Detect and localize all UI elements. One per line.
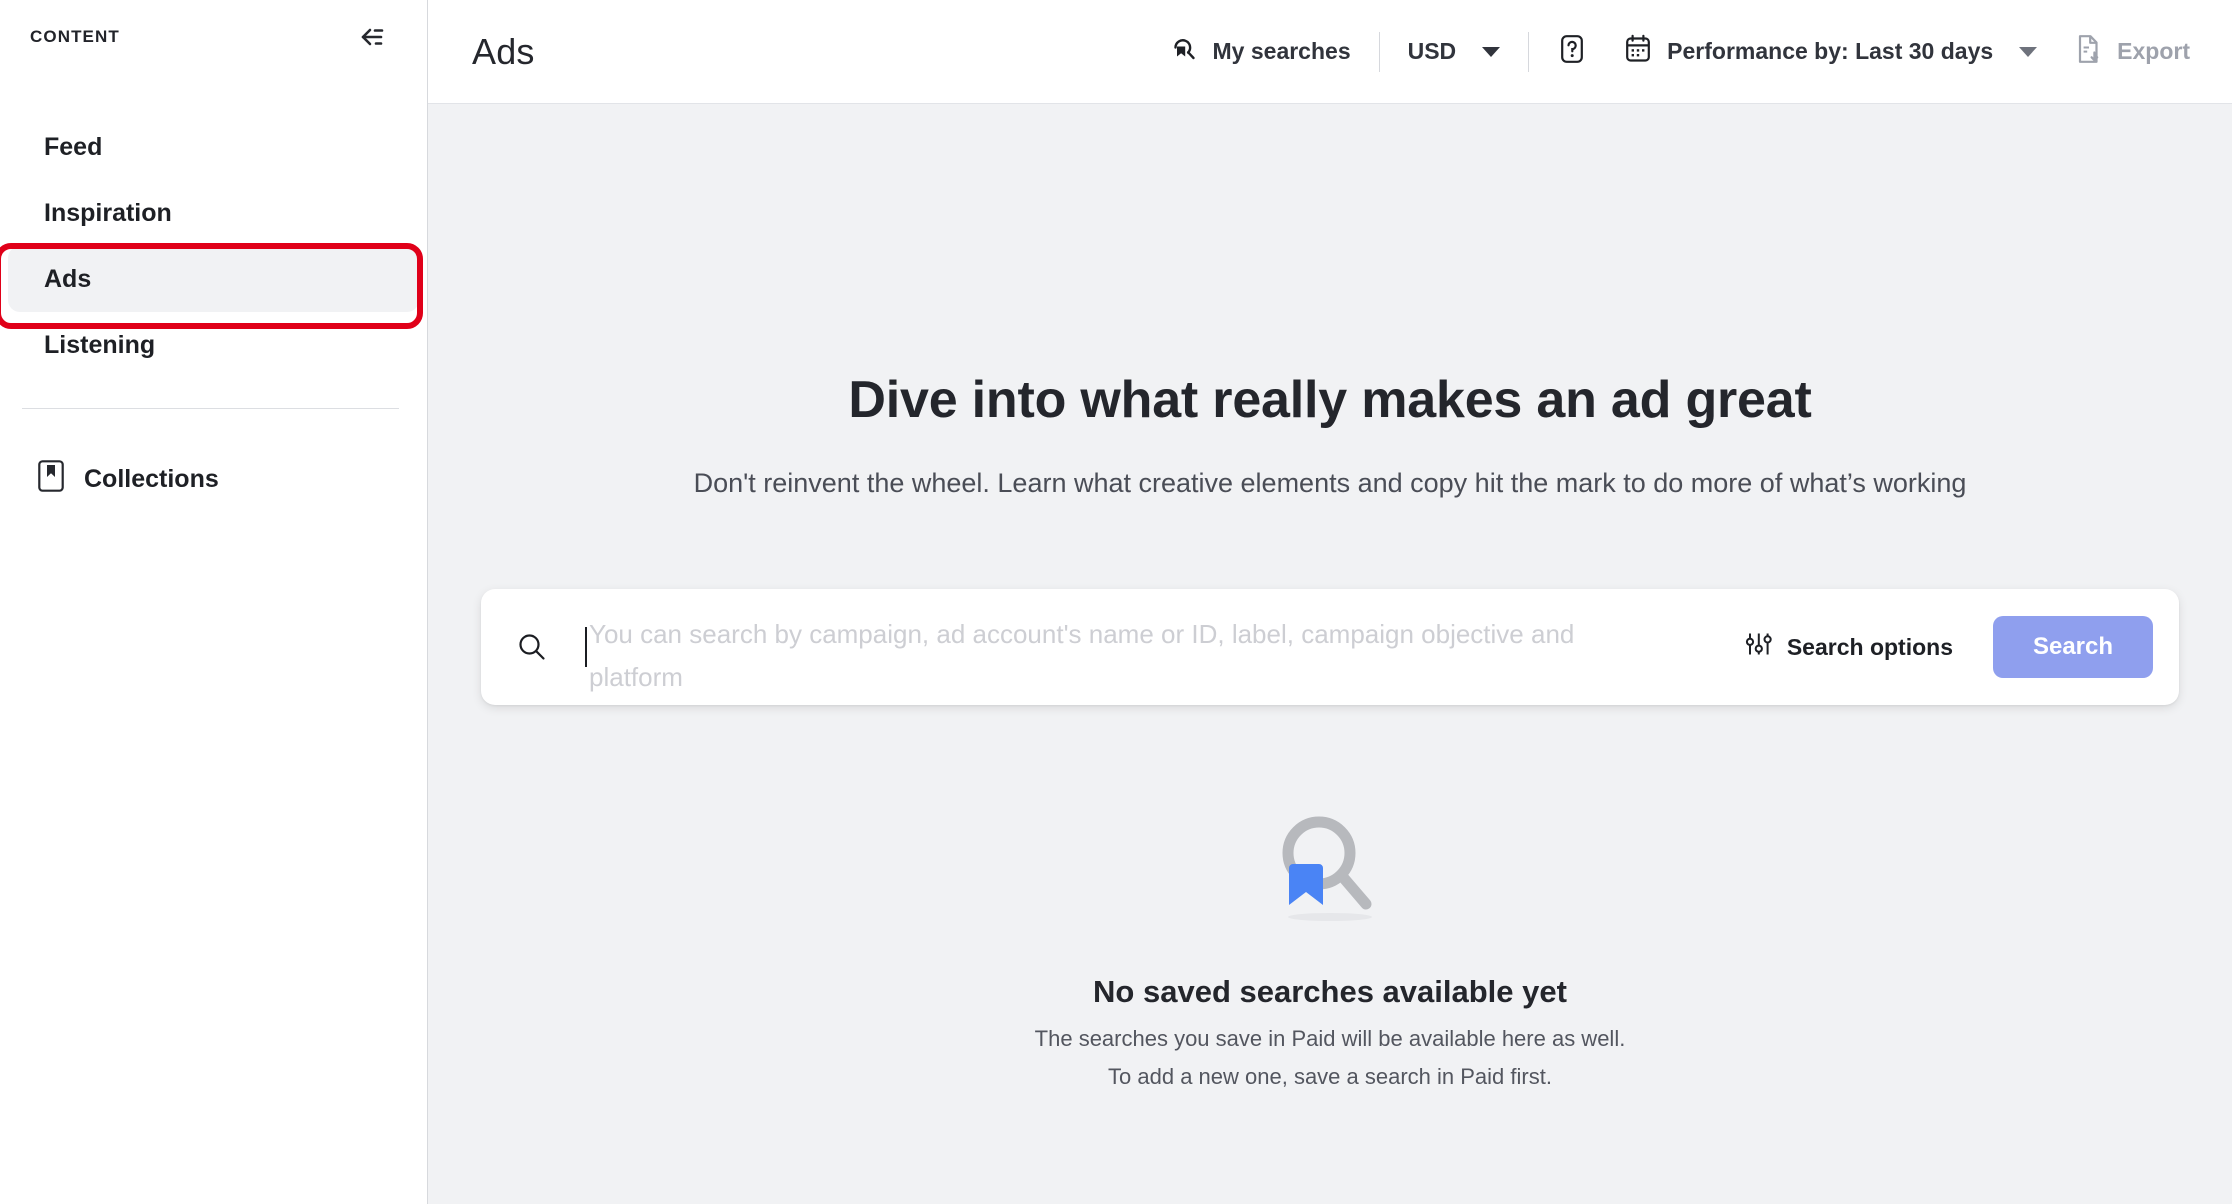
export-label: Export <box>2117 38 2190 65</box>
sidebar-item-label: Ads <box>44 265 91 294</box>
topbar-divider <box>1379 32 1380 72</box>
sidebar: CONTENT Feed Inspiration Ads Lis <box>0 0 428 1204</box>
empty-state-line-2: To add a new one, save a search in Paid … <box>1108 1064 1552 1090</box>
currency-selector[interactable]: USD <box>1408 38 1501 65</box>
hero-title: Dive into what really makes an ad great <box>848 370 1811 430</box>
currency-value: USD <box>1408 38 1457 65</box>
search-button[interactable]: Search <box>1993 616 2153 678</box>
saved-search-bookmark-icon <box>1169 34 1199 70</box>
search-placeholder: You can search by campaign, ad account's… <box>589 613 1669 699</box>
sidebar-item-label: Feed <box>44 133 102 162</box>
search-options-button[interactable]: Search options <box>1745 630 1953 664</box>
sidebar-divider <box>22 408 399 409</box>
main-content: Ads My searches USD <box>428 0 2232 1204</box>
sliders-filter-icon <box>1745 630 1773 664</box>
topbar-actions: My searches USD <box>1169 32 2190 72</box>
sidebar-item-label: Listening <box>44 331 155 360</box>
performance-date-range-selector[interactable]: Performance by: Last 30 days <box>1623 33 2037 71</box>
sidebar-item-label: Collections <box>84 465 219 494</box>
search-options-label: Search options <box>1787 634 1953 661</box>
chevron-down-icon <box>1482 47 1500 57</box>
sidebar-nav: Feed Inspiration Ads Listening <box>0 114 427 378</box>
search-bar[interactable]: You can search by campaign, ad account's… <box>481 589 2179 705</box>
search-input[interactable]: You can search by campaign, ad account's… <box>567 589 1745 705</box>
export-button[interactable]: Export <box>2073 33 2190 71</box>
performance-label: Performance by: Last 30 days <box>1667 38 1993 65</box>
topbar: Ads My searches USD <box>428 0 2232 104</box>
bookmark-book-icon <box>38 460 64 499</box>
text-cursor <box>585 627 587 667</box>
sidebar-item-collections[interactable]: Collections <box>0 447 427 511</box>
collapse-sidebar-icon[interactable] <box>353 18 391 56</box>
topbar-divider <box>1528 32 1529 72</box>
calendar-icon <box>1623 33 1653 71</box>
sidebar-item-feed[interactable]: Feed <box>8 114 419 180</box>
sidebar-item-ads[interactable]: Ads <box>8 246 419 312</box>
document-download-icon <box>2073 33 2103 71</box>
empty-state-line-1: The searches you save in Paid will be av… <box>1035 1026 1626 1052</box>
page-title: Ads <box>472 31 535 73</box>
empty-state: No saved searches available yet The sear… <box>1035 807 1626 1090</box>
sidebar-section-title: CONTENT <box>30 27 120 47</box>
sidebar-item-inspiration[interactable]: Inspiration <box>8 180 419 246</box>
hero-section: Dive into what really makes an ad great … <box>428 104 2232 1204</box>
my-searches-button[interactable]: My searches <box>1169 34 1351 70</box>
help-button[interactable] <box>1557 33 1587 71</box>
chevron-down-icon <box>2019 47 2037 57</box>
hero-subtitle: Don't reinvent the wheel. Learn what cre… <box>694 468 1967 499</box>
search-icon <box>515 630 549 664</box>
empty-state-title: No saved searches available yet <box>1093 974 1567 1010</box>
sidebar-header: CONTENT <box>0 0 427 74</box>
sidebar-item-label: Inspiration <box>44 199 172 228</box>
sidebar-item-listening[interactable]: Listening <box>8 312 419 378</box>
help-question-icon <box>1557 33 1587 71</box>
magnifier-with-bookmark-illustration <box>1265 807 1395 932</box>
my-searches-label: My searches <box>1213 38 1351 65</box>
app-root: CONTENT Feed Inspiration Ads Lis <box>0 0 2232 1204</box>
